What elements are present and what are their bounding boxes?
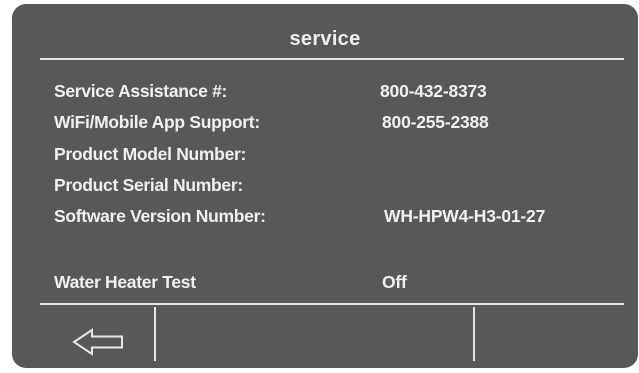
water-heater-test-row[interactable]: Water Heater Test Off (54, 272, 614, 296)
water-heater-test-label: Water Heater Test (54, 272, 196, 292)
service-assistance-row: Service Assistance #: 800-432-8373 (54, 81, 614, 105)
service-assistance-label: Service Assistance #: (54, 81, 228, 101)
software-version-value: WH-HPW4-H3-01-27 (384, 206, 546, 226)
back-button[interactable] (68, 322, 130, 362)
wifi-support-row: WiFi/Mobile App Support: 800-255-2388 (54, 112, 614, 136)
model-number-row: Product Model Number: (54, 144, 614, 168)
water-heater-test-value[interactable]: Off (382, 272, 407, 293)
serial-number-row: Product Serial Number: (54, 175, 614, 199)
model-number-label: Product Model Number: (54, 144, 247, 164)
footer-separator-right (473, 307, 475, 361)
header-divider (40, 58, 624, 60)
service-assistance-value: 800-432-8373 (380, 81, 487, 101)
footer-divider (40, 303, 624, 305)
left-arrow-icon (72, 328, 123, 356)
software-version-label: Software Version Number: (54, 206, 266, 226)
software-version-row: Software Version Number: WH-HPW4-H3-01-2… (54, 206, 614, 230)
service-screen: service Service Assistance #: 800-432-83… (12, 4, 638, 368)
footer-separator-left (154, 307, 156, 361)
serial-number-label: Product Serial Number: (54, 175, 243, 195)
wifi-support-value: 800-255-2388 (382, 112, 489, 132)
wifi-support-label: WiFi/Mobile App Support: (54, 112, 260, 132)
page-title: service (289, 28, 361, 50)
